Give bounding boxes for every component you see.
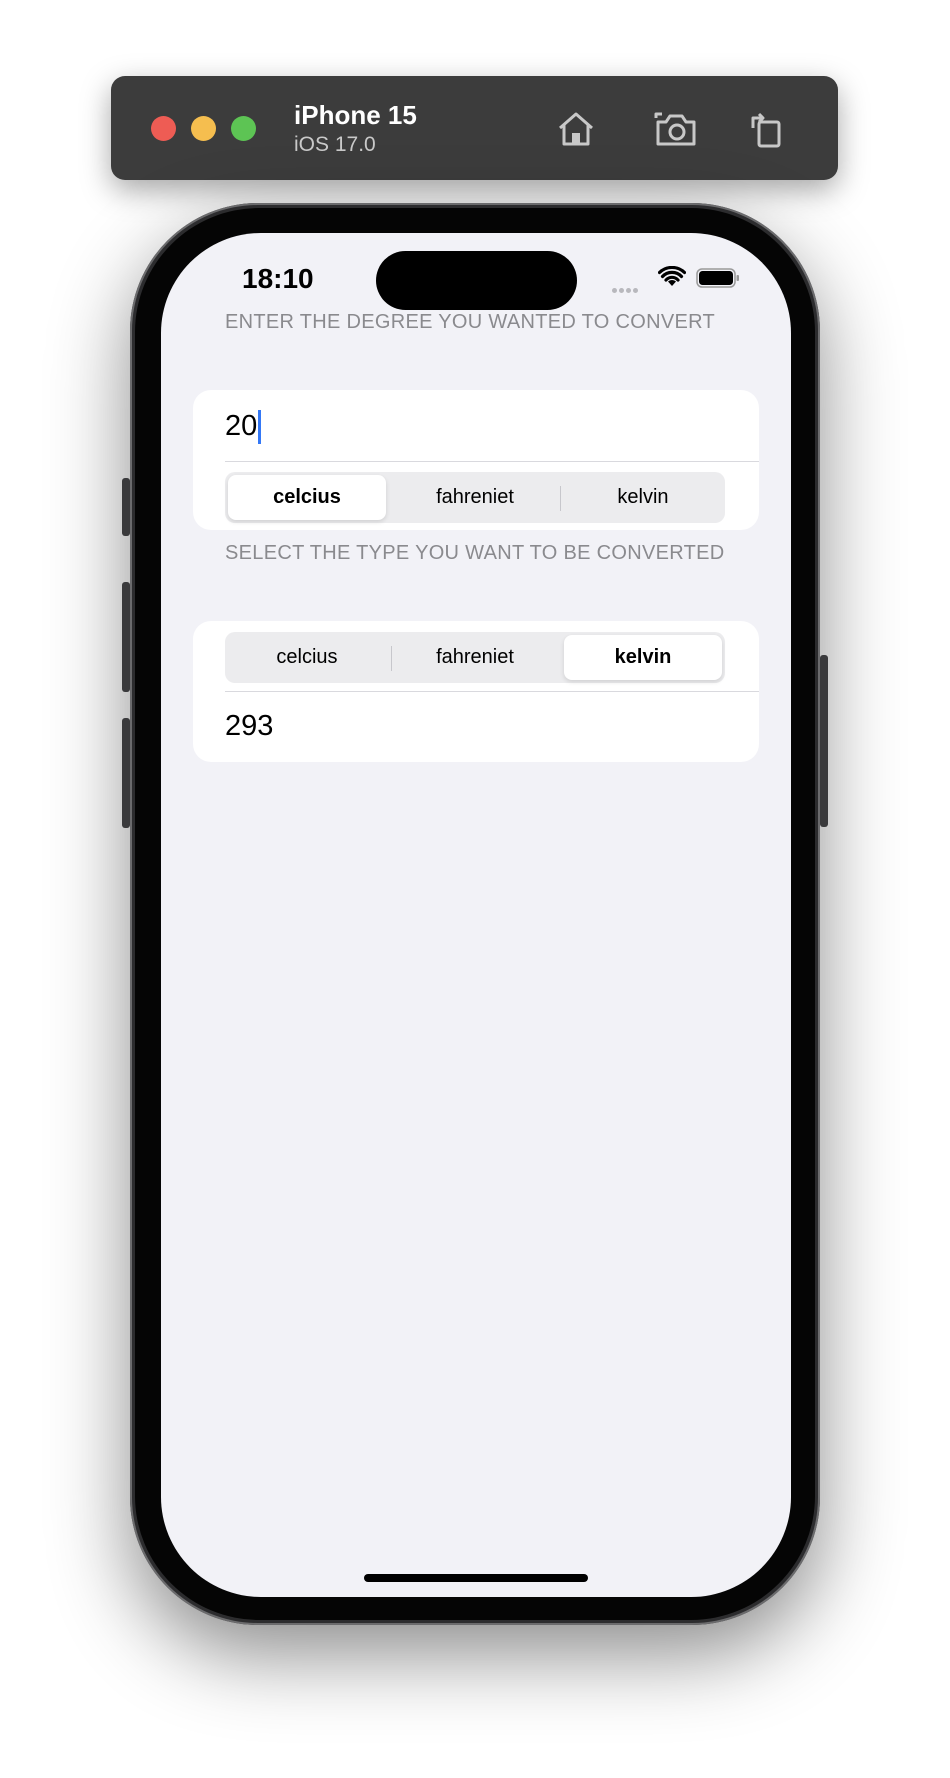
input-card: 20 celcius fahreniet kelvin <box>193 390 759 530</box>
input-unit-celcius[interactable]: celcius <box>228 475 386 520</box>
phone-screen: 18:10 ENTER THE DEGREE YOU WANTED TO CON… <box>161 233 791 1597</box>
close-window-button[interactable] <box>151 116 176 141</box>
output-card: celcius fahreniet kelvin 293 <box>193 621 759 762</box>
status-time: 18:10 <box>242 263 314 294</box>
battery-icon <box>696 268 739 288</box>
input-unit-fahreniet[interactable]: fahreniet <box>396 475 554 520</box>
output-unit-fahreniet[interactable]: fahreniet <box>396 635 554 680</box>
simulator-toolbar: iPhone 15 iOS 17.0 <box>111 76 838 180</box>
output-section-header: SELECT THE TYPE YOU WANT TO BE CONVERTED <box>225 542 725 564</box>
wifi-icon <box>658 266 686 286</box>
dynamic-island <box>376 251 577 310</box>
segment-separator <box>391 646 392 671</box>
device-os-version: iOS 17.0 <box>294 133 376 156</box>
cellular-signal-icon <box>612 280 646 293</box>
input-unit-picker[interactable]: celcius fahreniet kelvin <box>225 472 725 523</box>
text-caret <box>258 410 262 445</box>
power-button <box>820 655 828 827</box>
input-card-divider <box>225 461 759 462</box>
output-unit-kelvin[interactable]: kelvin <box>564 635 722 680</box>
minimize-window-button[interactable] <box>191 116 216 141</box>
volume-down-button <box>122 718 130 828</box>
segment-separator <box>560 486 561 511</box>
output-unit-celcius[interactable]: celcius <box>228 635 386 680</box>
rotate-icon[interactable] <box>743 106 789 152</box>
volume-up-button <box>122 582 130 692</box>
output-unit-picker[interactable]: celcius fahreniet kelvin <box>225 632 725 683</box>
output-card-divider <box>225 691 759 692</box>
home-indicator[interactable] <box>364 1574 588 1582</box>
input-section-header: ENTER THE DEGREE YOU WANTED TO CONVERT <box>225 311 715 333</box>
converted-result: 293 <box>225 710 274 742</box>
zoom-window-button[interactable] <box>231 116 256 141</box>
input-unit-kelvin[interactable]: kelvin <box>564 475 722 520</box>
home-icon[interactable] <box>553 106 599 152</box>
device-name: iPhone 15 <box>294 100 417 130</box>
degree-input[interactable]: 20 <box>225 410 262 445</box>
screenshot-icon[interactable] <box>653 106 699 152</box>
degree-input-value: 20 <box>225 410 258 442</box>
action-button <box>122 478 130 536</box>
